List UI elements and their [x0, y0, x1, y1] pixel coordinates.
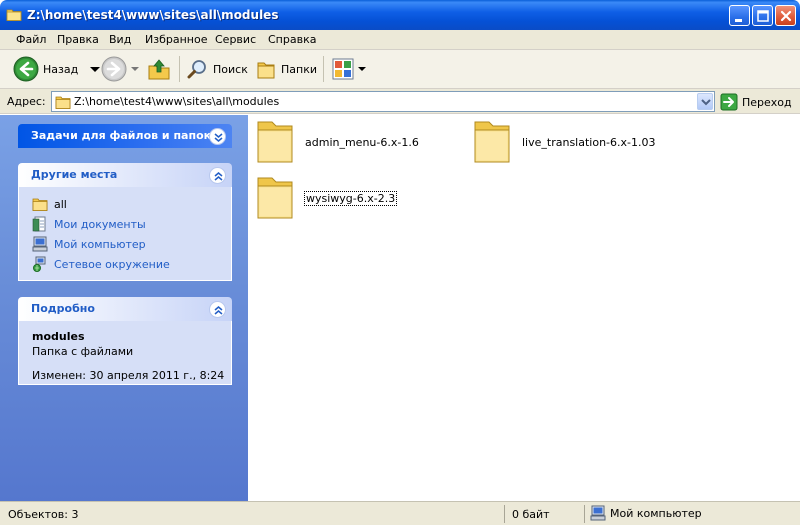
my-computer-icon — [32, 236, 48, 252]
menu-tools[interactable]: Сервис — [215, 33, 256, 46]
search-button[interactable]: Поиск — [187, 54, 248, 84]
file-tasks-header[interactable]: Задачи для файлов и папок — [18, 124, 232, 148]
folder-icon — [474, 121, 510, 163]
place-link-my-computer[interactable]: Мой компьютер — [32, 235, 146, 253]
folder-icon — [257, 121, 293, 163]
minimize-icon — [735, 19, 742, 22]
file-tasks-panel: Задачи для файлов и папок — [18, 124, 232, 148]
menu-edit[interactable]: Правка — [57, 33, 99, 46]
my-computer-icon — [590, 505, 606, 521]
folder-name: wysiwyg-6.x-2.3 — [303, 190, 398, 206]
status-bar: Объектов: 3 0 байт Мой компьютер — [0, 501, 800, 525]
folder-icon — [55, 96, 71, 109]
place-label: Мои документы — [54, 217, 146, 231]
dropdown-arrow-icon[interactable] — [129, 64, 141, 74]
expand-chevron-icon[interactable] — [209, 128, 226, 145]
folder-item-selected[interactable]: wysiwyg-6.x-2.3 — [255, 174, 398, 222]
folder-icon — [257, 177, 293, 219]
status-size: 0 байт — [512, 508, 550, 521]
status-location-label: Мой компьютер — [610, 506, 702, 520]
place-label: Мой компьютер — [54, 237, 146, 251]
maximize-button[interactable] — [752, 5, 773, 26]
folders-icon — [257, 62, 275, 79]
details-type: Папка с файлами — [32, 345, 134, 358]
other-places-body: all Мои документы Мой компьютер Сетевое … — [18, 187, 232, 281]
search-icon — [187, 60, 206, 79]
details-name: modules — [32, 330, 85, 343]
back-label: Назад — [43, 62, 79, 76]
address-input[interactable]: Z:\home\test4\www\sites\all\modules — [51, 91, 715, 112]
other-places-panel: Другие места all Мои документы Мой компь… — [18, 163, 232, 281]
details-header[interactable]: Подробно — [18, 297, 232, 321]
my-documents-icon — [32, 216, 46, 232]
folders-button[interactable]: Папки — [255, 54, 317, 84]
go-label: Переход — [742, 95, 792, 109]
maximize-icon — [757, 10, 769, 22]
details-panel: Подробно modules Папка с файлами Изменен… — [18, 297, 232, 385]
place-link-my-documents[interactable]: Мои документы — [32, 215, 146, 233]
place-link-all[interactable]: all — [32, 195, 67, 213]
back-button[interactable]: Назад — [13, 54, 102, 84]
views-button[interactable] — [331, 54, 367, 84]
close-icon — [780, 10, 792, 22]
folder-item[interactable]: admin_menu-6.x-1.6 — [255, 118, 419, 166]
folder-name: live_translation-6.x-1.03 — [522, 135, 656, 149]
other-places-title: Другие места — [31, 168, 118, 181]
forward-button[interactable] — [101, 54, 141, 84]
go-arrow-icon — [720, 93, 738, 111]
chevron-down-icon — [701, 99, 711, 106]
details-body: modules Папка с файлами Изменен: 30 апре… — [18, 321, 232, 385]
file-list[interactable]: admin_menu-6.x-1.6 live_translation-6.x-… — [248, 115, 800, 501]
go-button[interactable]: Переход — [720, 93, 792, 111]
details-modified: Изменен: 30 апреля 2011 г., 8:24 — [32, 369, 225, 382]
folder-item[interactable]: live_translation-6.x-1.03 — [472, 118, 655, 166]
folder-icon — [32, 198, 48, 211]
address-bar: Адрес: Z:\home\test4\www\sites\all\modul… — [0, 89, 800, 114]
status-objects: Объектов: 3 — [8, 508, 79, 521]
address-dropdown-button[interactable] — [697, 93, 713, 110]
forward-arrow-icon — [101, 56, 127, 82]
menu-help[interactable]: Справка — [268, 33, 316, 46]
status-location: Мой компьютер — [590, 505, 702, 521]
folders-label: Папки — [281, 62, 317, 76]
close-button[interactable] — [775, 5, 796, 26]
views-icon — [332, 58, 354, 80]
dropdown-arrow-icon[interactable] — [357, 64, 367, 74]
collapse-chevron-icon[interactable] — [209, 167, 226, 184]
folder-icon — [6, 9, 22, 21]
menu-file[interactable]: Файл — [16, 33, 46, 46]
title-bar[interactable]: Z:\home\test4\www\sites\all\modules — [0, 0, 800, 30]
search-label: Поиск — [213, 62, 248, 76]
collapse-chevron-icon[interactable] — [209, 301, 226, 318]
place-label: Сетевое окружение — [54, 257, 170, 271]
menu-view[interactable]: Вид — [109, 33, 131, 46]
minimize-button[interactable] — [729, 5, 750, 26]
back-arrow-icon — [13, 56, 39, 82]
address-value: Z:\home\test4\www\sites\all\modules — [74, 95, 280, 108]
menu-favorites[interactable]: Избранное — [145, 33, 207, 46]
folder-name: admin_menu-6.x-1.6 — [305, 135, 419, 149]
toolbar: Назад Поиск Папки — [0, 50, 800, 89]
file-tasks-title: Задачи для файлов и папок — [31, 129, 212, 142]
task-pane: Задачи для файлов и папок Другие места a… — [0, 115, 248, 501]
network-places-icon — [33, 256, 46, 272]
menu-bar: Файл Правка Вид Избранное Сервис Справка — [0, 30, 800, 50]
address-label: Адрес: — [7, 95, 46, 108]
other-places-header[interactable]: Другие места — [18, 163, 232, 187]
place-label: all — [54, 197, 67, 211]
up-folder-icon — [148, 59, 170, 80]
window-title: Z:\home\test4\www\sites\all\modules — [27, 8, 279, 22]
place-link-network[interactable]: Сетевое окружение — [32, 255, 170, 273]
up-folder-button[interactable] — [147, 54, 171, 84]
details-title: Подробно — [31, 302, 95, 315]
